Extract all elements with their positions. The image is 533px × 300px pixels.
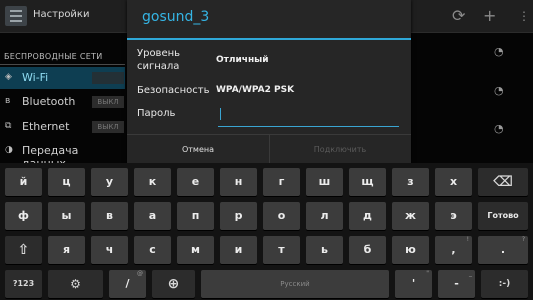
key-1-3[interactable]: у — [91, 168, 128, 196]
dialog-button-bar: Отмена Подключить — [127, 134, 411, 164]
apostrophe-key[interactable]: ' " — [395, 270, 432, 298]
settings-item-label: Bluetooth — [22, 95, 76, 108]
bluetooth-icon: ʙ — [5, 96, 11, 106]
key-3-6[interactable]: т — [263, 236, 300, 264]
smiley-key[interactable]: :-) — [481, 270, 528, 298]
key-1-11[interactable]: х — [435, 168, 472, 196]
key-3-1[interactable]: я — [48, 236, 85, 264]
key-3-2[interactable]: ч — [91, 236, 128, 264]
section-divider — [0, 64, 125, 65]
wifi-signal-icon: ◔ — [494, 84, 504, 97]
signal-label-line1: Уровень — [137, 48, 181, 59]
apostrophe-char: ' — [411, 277, 416, 290]
key-1-9[interactable]: щ — [349, 168, 386, 196]
slash-key[interactable]: / @ — [109, 270, 146, 298]
security-label: Безопасность — [137, 85, 210, 96]
key-2-10[interactable]: ж — [392, 202, 429, 230]
wifi-connect-dialog: gosund_3 Уровень сигнала Отличный Безопа… — [127, 0, 411, 164]
settings-item-ethernet[interactable]: ⧉ Ethernet ВЫКЛ — [0, 116, 125, 138]
bluetooth-toggle[interactable]: ВЫКЛ — [92, 96, 124, 108]
key-1-6[interactable]: н — [220, 168, 257, 196]
key-2-6[interactable]: р — [220, 202, 257, 230]
key-2-3[interactable]: в — [91, 202, 128, 230]
soft-keyboard: й ц у к е н г ш щ з х ⌫ ф ы в а п р о л … — [0, 163, 533, 300]
key-3-9[interactable]: ю — [392, 236, 429, 264]
app-title: Настройки — [33, 9, 90, 20]
settings-item-label: Wi-Fi — [22, 71, 49, 84]
signal-strength-label: Уровень сигнала — [137, 47, 180, 73]
shift-key[interactable]: ⇧ — [5, 236, 42, 264]
ethernet-toggle[interactable]: ВЫКЛ — [92, 121, 124, 133]
signal-label-line2: сигнала — [137, 61, 180, 72]
keyboard-settings-key[interactable]: ⚙ — [48, 270, 103, 298]
key-1-5[interactable]: е — [177, 168, 214, 196]
dialog-title-divider — [127, 38, 411, 40]
backspace-key[interactable]: ⌫ — [478, 168, 528, 196]
dash-hint: _ — [469, 270, 472, 277]
slash-char: / — [125, 277, 130, 290]
key-1-4[interactable]: к — [134, 168, 171, 196]
key-1-7[interactable]: г — [263, 168, 300, 196]
key-2-7[interactable]: о — [263, 202, 300, 230]
symbols-key[interactable]: ?123 — [5, 270, 42, 298]
period-char: . — [500, 243, 506, 256]
key-3-10-hint: ! — [466, 236, 469, 243]
password-field[interactable] — [218, 104, 399, 127]
slash-hint: @ — [137, 270, 143, 277]
done-key[interactable]: Готово — [478, 202, 528, 230]
connect-button[interactable]: Подключить — [269, 135, 411, 164]
cancel-button[interactable]: Отмена — [127, 135, 270, 164]
settings-item-bluetooth[interactable]: ʙ Bluetooth ВЫКЛ — [0, 91, 125, 113]
key-2-5[interactable]: п — [177, 202, 214, 230]
language-key[interactable]: ⊕ — [152, 270, 195, 298]
key-3-10[interactable]: , ! — [435, 236, 472, 264]
text-cursor — [220, 108, 221, 120]
settings-item-wifi[interactable]: ◈ Wi-Fi — [0, 67, 125, 89]
period-key[interactable]: . ? — [478, 236, 528, 264]
password-input[interactable] — [218, 107, 399, 127]
key-3-7[interactable]: ь — [306, 236, 343, 264]
signal-strength-value: Отличный — [216, 55, 269, 65]
security-value: WPA/WPA2 PSK — [216, 85, 295, 95]
settings-app-icon[interactable] — [5, 6, 27, 26]
key-1-10[interactable]: з — [392, 168, 429, 196]
key-1-1[interactable]: й — [5, 168, 42, 196]
space-key[interactable]: Русский — [201, 270, 389, 298]
apostrophe-hint: " — [426, 270, 429, 277]
key-2-4[interactable]: а — [134, 202, 171, 230]
wifi-toggle[interactable] — [92, 72, 124, 84]
key-3-4[interactable]: м — [177, 236, 214, 264]
wps-icon[interactable]: ⟳ — [452, 6, 465, 25]
period-hint: ? — [521, 236, 525, 243]
key-1-8[interactable]: ш — [306, 168, 343, 196]
settings-item-label: Ethernet — [22, 120, 70, 133]
dialog-title: gosund_3 — [142, 9, 210, 25]
key-2-2[interactable]: ы — [48, 202, 85, 230]
settings-item-data-usage[interactable]: ◑ Передача данных — [0, 140, 125, 170]
data-usage-icon: ◑ — [5, 145, 13, 155]
ethernet-icon: ⧉ — [5, 121, 12, 131]
add-icon[interactable]: + — [483, 6, 496, 25]
password-label: Пароль — [137, 108, 176, 119]
key-3-8[interactable]: б — [349, 236, 386, 264]
key-3-5[interactable]: и — [220, 236, 257, 264]
key-1-2[interactable]: ц — [48, 168, 85, 196]
dash-char: - — [454, 277, 459, 290]
key-2-9[interactable]: д — [349, 202, 386, 230]
wifi-icon: ◈ — [5, 72, 12, 82]
key-2-8[interactable]: л — [306, 202, 343, 230]
key-3-10-char: , — [451, 243, 456, 256]
overflow-menu-icon[interactable]: ⋮ — [518, 9, 530, 23]
dash-key[interactable]: - _ — [438, 270, 475, 298]
wifi-signal-icon: ◔ — [494, 122, 504, 135]
key-2-1[interactable]: ф — [5, 202, 42, 230]
wifi-signal-icon: ◔ — [494, 45, 504, 58]
section-header-wireless: БЕСПРОВОДНЫЕ СЕТИ — [4, 52, 103, 61]
